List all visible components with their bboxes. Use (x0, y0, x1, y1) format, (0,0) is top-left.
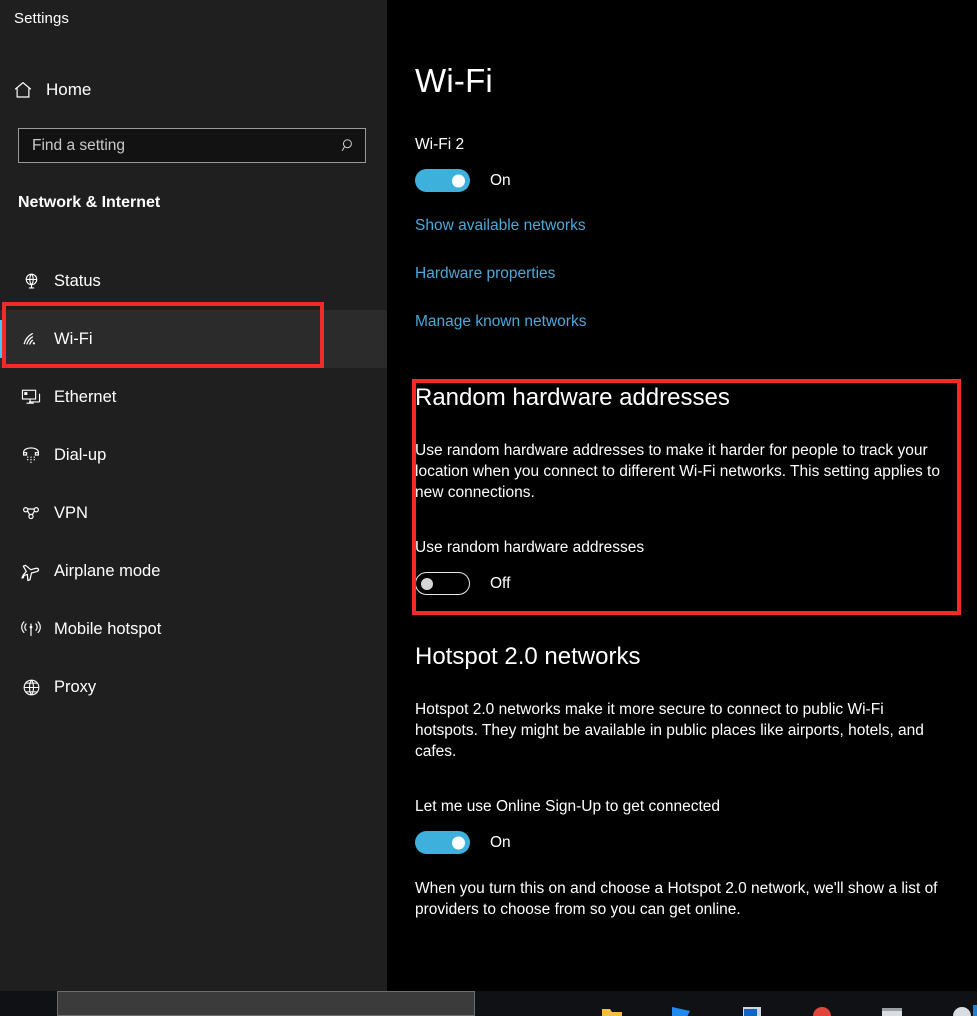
sidebar-nav: Status Wi-Fi (0, 252, 387, 716)
random-hardware-addresses-toggle-row: Off (415, 572, 510, 595)
sidebar-item-label: Dial-up (54, 446, 106, 465)
search-input[interactable]: Find a setting (18, 128, 366, 163)
document-app-icon[interactable] (880, 1005, 904, 1016)
random-hardware-addresses-toggle-label: Use random hardware addresses (415, 539, 644, 557)
wifi-toggle[interactable] (415, 169, 470, 192)
browser-icon[interactable] (810, 1005, 834, 1016)
search-icon[interactable] (331, 137, 365, 154)
toggle-thumb (452, 174, 465, 187)
home-icon (0, 79, 46, 101)
sidebar-item-airplane-mode[interactable]: Airplane mode (0, 542, 387, 600)
dialup-phone-icon (8, 445, 54, 465)
globe-proxy-icon (8, 677, 54, 698)
page-title: Wi-Fi (415, 62, 493, 100)
airplane-icon (8, 561, 54, 582)
wifi-icon (8, 329, 54, 349)
random-hardware-addresses-toggle[interactable] (415, 572, 470, 595)
hotspot-signal-icon (8, 619, 54, 639)
sidebar-item-wi-fi[interactable]: Wi-Fi (0, 310, 387, 368)
sidebar-category-title: Network & Internet (18, 194, 160, 212)
hardware-properties-link[interactable]: Hardware properties (415, 265, 555, 283)
wifi-toggle-state: On (490, 172, 511, 190)
sidebar-item-label: VPN (54, 504, 88, 523)
toggle-thumb (421, 578, 433, 590)
globe-status-icon (8, 271, 54, 292)
wifi-adapter-name: Wi-Fi 2 (415, 136, 464, 154)
sidebar: Settings Home Find a setting Network & I… (0, 0, 387, 991)
sidebar-item-label: Wi-Fi (54, 330, 92, 349)
random-hardware-addresses-description: Use random hardware addresses to make it… (415, 440, 960, 503)
manage-known-networks-link[interactable]: Manage known networks (415, 313, 586, 331)
wifi-toggle-row: On (415, 169, 511, 192)
window-app-icon[interactable] (740, 1005, 764, 1016)
toggle-thumb (452, 836, 465, 849)
search-placeholder: Find a setting (19, 137, 331, 155)
store-icon[interactable] (670, 1005, 694, 1016)
sidebar-item-ethernet[interactable]: Ethernet (0, 368, 387, 426)
show-available-networks-link[interactable]: Show available networks (415, 217, 586, 235)
hotspot20-description: Hotspot 2.0 networks make it more secure… (415, 699, 945, 762)
hotspot20-toggle-label: Let me use Online Sign-Up to get connect… (415, 798, 720, 816)
ethernet-icon (8, 387, 54, 407)
hotspot20-toggle-state: On (490, 834, 511, 852)
taskbar-search-box[interactable] (57, 991, 475, 1016)
sidebar-item-label: Airplane mode (54, 562, 160, 581)
random-hardware-addresses-heading: Random hardware addresses (415, 384, 730, 412)
taskbar (0, 991, 977, 1016)
sidebar-item-dial-up[interactable]: Dial-up (0, 426, 387, 484)
folder-icon[interactable] (600, 1005, 624, 1016)
settings-window: Settings Home Find a setting Network & I… (0, 0, 977, 1016)
sidebar-item-label: Ethernet (54, 388, 116, 407)
sidebar-item-status[interactable]: Status (0, 252, 387, 310)
sidebar-item-mobile-hotspot[interactable]: Mobile hotspot (0, 600, 387, 658)
vpn-icon (8, 503, 54, 523)
sidebar-item-vpn[interactable]: VPN (0, 484, 387, 542)
sidebar-item-proxy[interactable]: Proxy (0, 658, 387, 716)
sidebar-item-label: Home (46, 80, 91, 100)
taskbar-icon-strip (600, 1005, 977, 1016)
main-content: Wi-Fi Wi-Fi 2 On Show available networks… (387, 0, 977, 991)
window-title: Settings (14, 10, 69, 27)
sidebar-item-label: Mobile hotspot (54, 620, 161, 639)
hotspot20-toggle-row: On (415, 831, 511, 854)
sidebar-item-label: Status (54, 272, 101, 291)
sidebar-item-home[interactable]: Home (0, 72, 387, 108)
hotspot20-footnote: When you turn this on and choose a Hotsp… (415, 878, 960, 920)
sidebar-item-label: Proxy (54, 678, 96, 697)
hotspot20-heading: Hotspot 2.0 networks (415, 643, 640, 671)
hotspot20-toggle[interactable] (415, 831, 470, 854)
taskbar-edge-indicator (973, 1005, 977, 1016)
random-hardware-addresses-toggle-state: Off (490, 575, 510, 593)
media-app-icon[interactable] (950, 1005, 974, 1016)
